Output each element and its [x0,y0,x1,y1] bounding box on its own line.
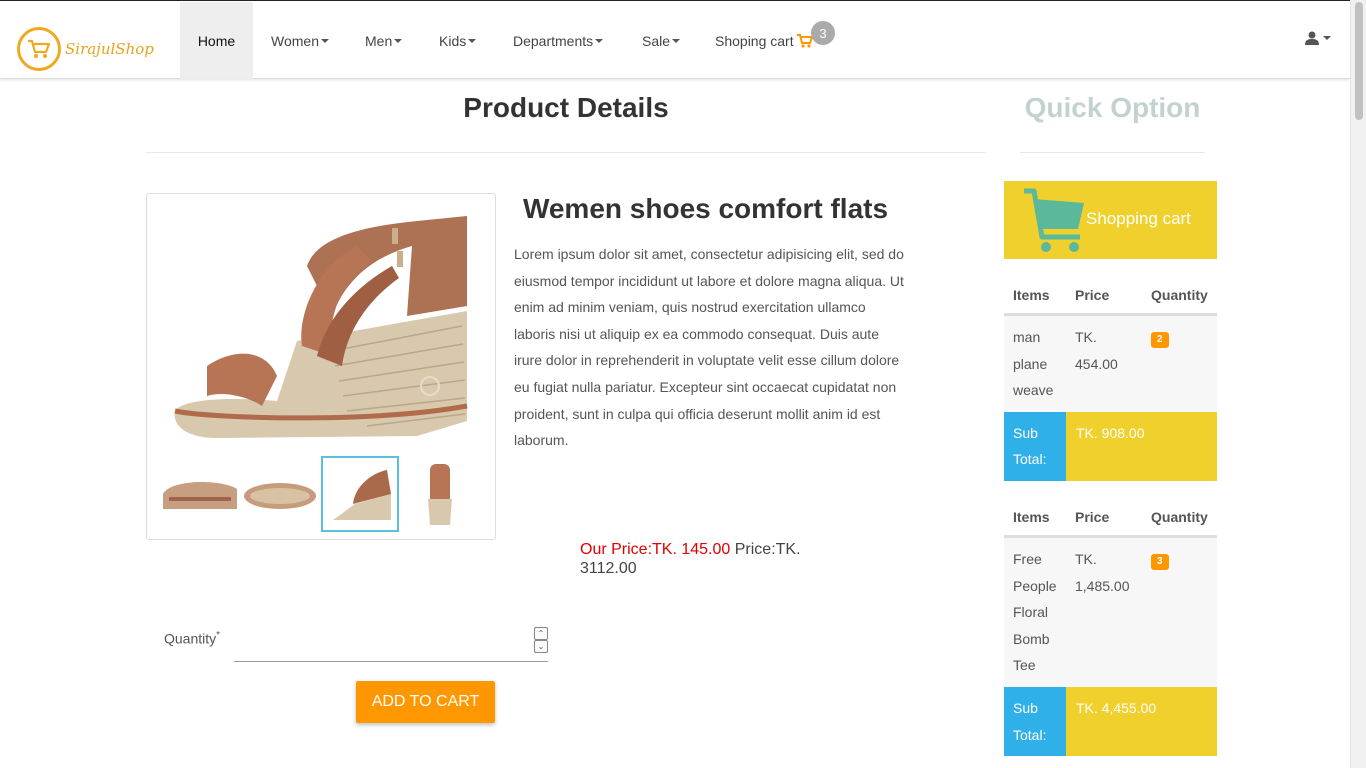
nav-kids[interactable]: Kids [439,2,477,79]
quantity-label-text: Quantity [164,630,217,647]
shopping-cart-icon [1024,188,1084,252]
row-item: man plane weave [1013,329,1054,399]
nav-cart-label: Shoping cart [715,32,794,49]
product-thumbnail-selected[interactable] [321,456,399,532]
caret-down-icon [1323,36,1331,40]
header-quantity: Quantity [1151,508,1208,525]
header-price: Price [1075,286,1110,303]
table-header: Items Price Quantity [1004,498,1217,538]
subtotal-row: Sub Total: TK. 908.00 [1004,411,1217,481]
row-item: Free People Floral Bomb Tee [1013,551,1057,674]
title-divider [146,152,986,153]
scrollbar-thumb[interactable] [1355,2,1363,120]
caret-down-icon [394,38,403,43]
nav-departments-label: Departments [513,32,594,49]
brand-name: SirajulShop [65,40,154,58]
quantity-input[interactable] [234,622,548,662]
nav-sale-label: Sale [642,32,671,49]
user-icon [1305,31,1319,45]
page-title: Product Details [463,92,669,123]
subtotal-value: TK. 908.00 [1066,411,1217,481]
subtotal-label: Sub Total: [1004,686,1066,757]
brand-logo[interactable]: SirajulShop [17,27,165,71]
product-thumbnail[interactable] [161,456,239,532]
cart-count-badge: 3 [811,21,835,45]
product-description: Lorem ipsum dolor sit amet, consectetur … [514,246,904,449]
header-price: Price [1075,508,1110,525]
quick-cart-title: Shopping cart [1086,209,1191,228]
caret-down-icon [320,38,329,43]
nav-women[interactable]: Women [271,2,329,79]
quantity-stepper[interactable]: ⌃ ⌄ [534,627,548,653]
row-price: TK. 1,485.00 [1075,551,1130,594]
nav-sale[interactable]: Sale [642,2,681,79]
quick-divider [1020,152,1205,153]
qty-badge: 2 [1151,332,1169,348]
nav-men[interactable]: Men [365,2,403,79]
nav-shopping-cart[interactable]: Shoping cart [715,2,813,79]
price-block: Our Price:TK. 145.00 Price:TK. 3112.00 [580,540,830,578]
quick-option-title: Quick Option [1024,92,1201,123]
page-scrollbar[interactable] [1350,0,1366,768]
caret-down-icon [468,38,477,43]
required-mark: * [216,630,221,641]
caret-down-icon [672,38,681,43]
logo-cart-icon [17,27,61,71]
table-header: Items Price Quantity [1004,276,1217,316]
header-items: Items [1013,286,1050,303]
table-row: Free People Floral Bomb Tee TK. 1,485.00… [1004,538,1217,687]
caret-down-icon [595,38,604,43]
row-price: TK. 454.00 [1075,329,1118,372]
product-gallery [146,193,496,540]
quick-cart-table-1: Items Price Quantity man plane weave TK.… [1004,276,1217,481]
nav-kids-label: Kids [439,32,467,49]
subtotal-value: TK. 4,455.00 [1066,686,1217,757]
product-thumbnail[interactable] [401,456,479,532]
product-thumbnail[interactable] [241,456,319,532]
header-quantity: Quantity [1151,286,1208,303]
subtotal-row: Sub Total: TK. 4,455.00 [1004,686,1217,757]
add-to-cart-button[interactable]: ADD TO CART [356,681,495,723]
nav-home[interactable]: Home [180,2,253,79]
cart-icon [796,33,813,48]
table-row: man plane weave TK. 454.00 2 [1004,316,1217,412]
header-items: Items [1013,508,1050,525]
subtotal-label: Sub Total: [1004,411,1066,481]
nav-home-label: Home [197,32,236,49]
nav-men-label: Men [365,32,393,49]
nav-departments[interactable]: Departments [513,2,604,79]
user-menu[interactable] [1305,31,1331,45]
top-navbar: SirajulShop Home Women Men Kids Departme… [0,0,1350,79]
product-name: Wemen shoes comfort flats [522,193,889,224]
product-main-image[interactable] [167,206,477,446]
quantity-label: Quantity* [164,630,220,647]
quick-cart-header[interactable]: Shopping cart [1004,181,1217,259]
quick-cart-table-2: Items Price Quantity Free People Floral … [1004,498,1217,757]
stepper-up-icon[interactable]: ⌃ [534,627,548,640]
stepper-down-icon[interactable]: ⌄ [534,640,548,653]
qty-badge: 3 [1151,554,1169,570]
nav-women-label: Women [271,32,319,49]
our-price: Our Price:TK. 145.00 [580,541,731,558]
